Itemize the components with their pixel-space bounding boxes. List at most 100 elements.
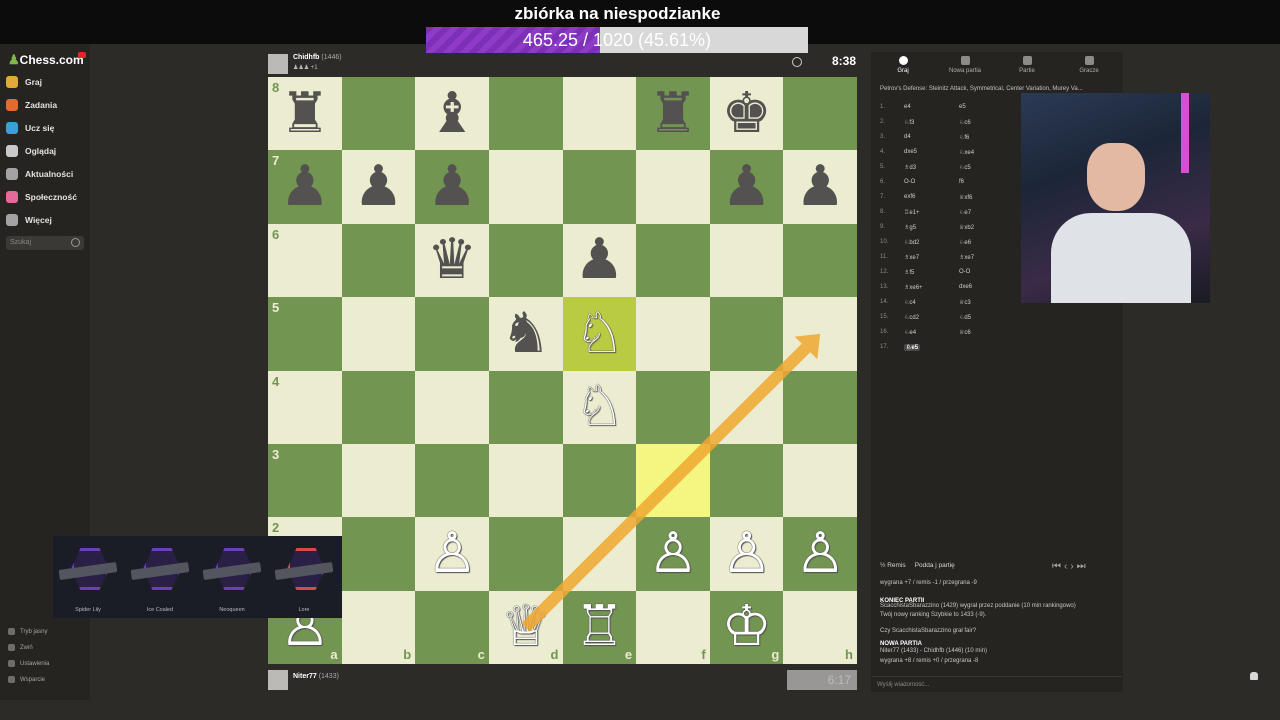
black-move[interactable]: ♕c3 <box>959 299 971 306</box>
black-move[interactable]: ♕xf6 <box>959 194 972 201</box>
white-move[interactable]: e4 <box>904 104 911 110</box>
square-g5[interactable] <box>709 297 784 371</box>
black-piece-c6[interactable]: ♛ <box>415 224 489 297</box>
black-piece-d5[interactable]: ♞ <box>489 297 563 370</box>
square-b2[interactable] <box>341 517 416 591</box>
white-move[interactable]: ♘bd2 <box>904 239 919 246</box>
black-move[interactable]: O-O <box>959 269 970 275</box>
tab-0[interactable]: Graj <box>873 56 933 74</box>
resign-button[interactable]: Podda j partię <box>915 562 955 569</box>
black-piece-c7[interactable]: ♟ <box>415 150 489 223</box>
square-g3[interactable] <box>709 443 784 518</box>
top-player-name[interactable]: Chidhfb (1446) <box>293 54 342 61</box>
square-b6[interactable] <box>341 223 416 298</box>
white-piece-g1[interactable]: ♔ <box>710 591 784 664</box>
black-move[interactable]: ♗xe7 <box>959 254 974 261</box>
square-e7[interactable] <box>562 150 637 224</box>
black-move[interactable]: ♘d5 <box>959 314 971 321</box>
white-piece-e5[interactable]: ♘ <box>563 297 637 370</box>
black-move[interactable]: ♘e7 <box>959 209 971 216</box>
square-b4[interactable] <box>341 370 416 444</box>
white-move[interactable]: ♘e5 <box>904 344 921 351</box>
black-piece-e6[interactable]: ♟ <box>563 224 637 297</box>
black-move[interactable]: e5 <box>959 104 966 110</box>
square-g6[interactable] <box>709 223 784 298</box>
square-c3[interactable] <box>415 443 489 518</box>
square-d7[interactable] <box>488 150 563 224</box>
square-h5[interactable] <box>783 297 857 371</box>
square-a3[interactable]: 3 <box>268 443 342 518</box>
chess-logo[interactable]: ♟Chess.com <box>8 52 84 68</box>
square-d8[interactable] <box>488 77 563 151</box>
square-f6[interactable] <box>636 223 710 298</box>
sidebar-item-1[interactable]: Zadania <box>6 97 57 113</box>
white-move[interactable]: ♗f5 <box>904 269 914 276</box>
black-piece-b7[interactable]: ♟ <box>342 150 416 223</box>
square-f4[interactable] <box>636 370 710 444</box>
black-move[interactable]: ♘e6 <box>959 239 971 246</box>
black-piece-c8[interactable]: ♝ <box>415 77 489 150</box>
square-a4[interactable]: 4 <box>268 370 342 444</box>
square-f5[interactable] <box>636 297 710 371</box>
white-piece-e1[interactable]: ♖ <box>563 591 637 664</box>
black-move[interactable]: ♘c6 <box>959 119 971 126</box>
sidebar-item-2[interactable]: Ucz się <box>6 120 54 136</box>
sidebar-bottom-2[interactable]: Ustawienia <box>8 660 49 667</box>
square-h1[interactable]: h <box>783 590 857 664</box>
square-f3[interactable] <box>636 443 710 518</box>
square-c4[interactable] <box>415 370 489 444</box>
square-a6[interactable]: 6 <box>268 223 342 298</box>
square-h4[interactable] <box>783 370 857 444</box>
black-move[interactable]: ♕c6 <box>959 329 971 336</box>
tab-1[interactable]: Nowa partia <box>935 56 995 74</box>
square-b8[interactable] <box>341 77 416 151</box>
white-piece-c2[interactable]: ♙ <box>415 517 489 590</box>
white-move[interactable]: dxe5 <box>904 149 917 155</box>
avatar[interactable] <box>268 54 288 74</box>
square-e2[interactable] <box>562 517 637 591</box>
search-input[interactable]: Szukaj <box>6 236 84 250</box>
square-d4[interactable] <box>488 370 563 444</box>
draw-button[interactable]: ½ Remis <box>880 562 906 569</box>
white-move[interactable]: d4 <box>904 134 911 140</box>
sidebar-bottom-3[interactable]: Wsparcie <box>8 676 45 683</box>
square-c1[interactable]: c <box>415 590 489 664</box>
black-piece-a7[interactable]: ♟ <box>268 150 342 223</box>
black-move[interactable]: ♘xe4 <box>959 149 974 156</box>
chess-board[interactable]: 87654321abcdefgh♜♝♜♚♟♟♟♟♟♛♟♞♘♘♙♙♙♙♙♕♖♔ <box>268 77 857 664</box>
square-b5[interactable] <box>341 297 416 371</box>
sidebar-item-6[interactable]: Więcej <box>6 212 52 228</box>
black-move[interactable]: ♘f6 <box>959 134 969 141</box>
white-move[interactable]: ♘cd2 <box>904 314 919 321</box>
black-move[interactable]: dxe6 <box>959 284 972 290</box>
square-h6[interactable] <box>783 223 857 298</box>
sidebar-item-5[interactable]: Społeczność <box>6 189 77 205</box>
sidebar-item-3[interactable]: Oglądaj <box>6 143 56 159</box>
square-b3[interactable] <box>341 443 416 518</box>
white-piece-g2[interactable]: ♙ <box>710 517 784 590</box>
black-piece-a8[interactable]: ♜ <box>268 77 342 150</box>
white-move[interactable]: ♗g5 <box>904 224 916 231</box>
sidebar-item-4[interactable]: Aktualności <box>6 166 73 182</box>
chat-input[interactable]: Wyślij wiadomość... <box>872 676 1122 692</box>
white-move[interactable]: ♗d3 <box>904 164 916 171</box>
move-navigation[interactable]: ⏮‹›⏭ <box>1052 561 1089 572</box>
square-d6[interactable] <box>488 223 563 298</box>
white-move[interactable]: ♖e1+ <box>904 209 920 216</box>
bell-icon[interactable] <box>1250 672 1258 680</box>
bottom-player-name[interactable]: Niter77 (1433) <box>293 673 339 680</box>
tab-2[interactable]: Partie <box>997 56 1057 74</box>
square-h8[interactable] <box>783 77 857 151</box>
avatar[interactable] <box>268 670 288 690</box>
white-move[interactable]: ♘c4 <box>904 299 916 306</box>
black-piece-h7[interactable]: ♟ <box>783 150 857 223</box>
white-move[interactable]: ♗xe6+ <box>904 284 923 291</box>
square-g4[interactable] <box>709 370 784 444</box>
white-move[interactable]: ♗xe7 <box>904 254 919 261</box>
square-d3[interactable] <box>488 443 563 518</box>
black-piece-f8[interactable]: ♜ <box>636 77 710 150</box>
black-move[interactable]: f6 <box>959 179 964 185</box>
sidebar-bottom-1[interactable]: Zwiń <box>8 644 33 651</box>
white-piece-d1[interactable]: ♕ <box>489 591 563 664</box>
sidebar-item-0[interactable]: Graj <box>6 74 42 90</box>
